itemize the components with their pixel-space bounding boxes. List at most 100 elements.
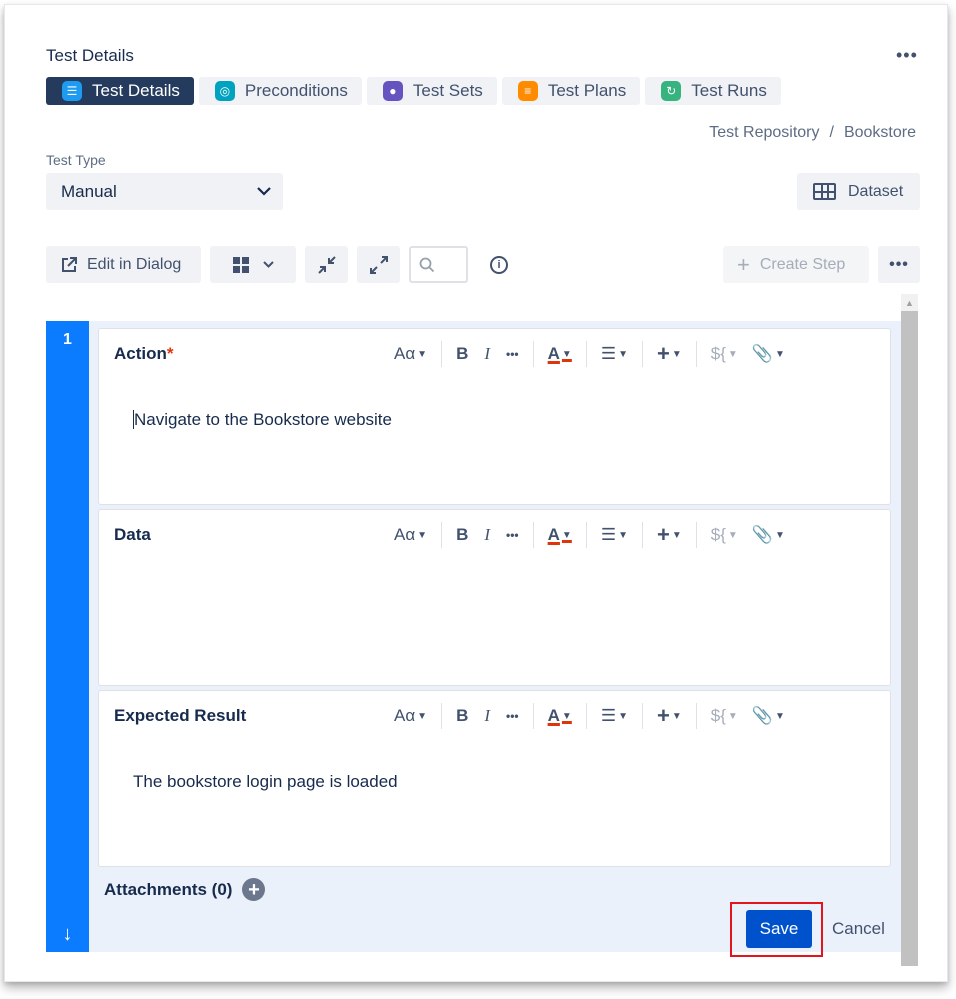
editor-toolbar: Aα ▼ B I ••• A ▼ ☰ ▼ + ▼ ${▼ 📎 ▼	[394, 339, 785, 369]
more-formatting-button[interactable]: •••	[506, 528, 519, 542]
scrollbar[interactable]	[901, 294, 918, 966]
collapse-all-button[interactable]	[305, 246, 348, 283]
tab-label: Test Sets	[412, 81, 483, 100]
scroll-up-arrow-icon[interactable]: ▲	[901, 294, 918, 311]
divider	[695, 522, 697, 548]
edit-in-dialog-button[interactable]: Edit in Dialog	[46, 246, 201, 283]
variable-icon: ${	[710, 706, 726, 725]
page-title: Test Details	[46, 46, 134, 65]
tab-label: Test Plans	[547, 81, 627, 100]
divider	[532, 341, 534, 367]
tab-test-details[interactable]: ☰ Test Details	[46, 77, 194, 105]
divider	[695, 703, 697, 729]
expected-result-editor[interactable]: Expected Result Aα ▼ B I ••• A ▼ ☰ ▼ + ▼ ${▼…	[98, 690, 891, 867]
bold-button[interactable]: B	[456, 344, 468, 364]
test-type-select[interactable]: Manual	[46, 173, 283, 210]
tab-preconditions[interactable]: ◎ Preconditions	[198, 77, 362, 105]
edit-in-dialog-label: Edit in Dialog	[87, 255, 182, 273]
action-label: Action*	[114, 344, 174, 364]
expected-result-value[interactable]: The bookstore login page is loaded	[133, 772, 398, 792]
text-style-icon: Aα	[394, 706, 416, 725]
precondition-icon: ◎	[214, 81, 235, 101]
text-style-button[interactable]: Aα ▼	[394, 344, 427, 364]
view-mode-dropdown[interactable]	[210, 246, 296, 283]
list-button[interactable]: ☰ ▼	[601, 344, 628, 364]
text-color-button[interactable]: A ▼	[548, 344, 572, 364]
tab-test-plans[interactable]: ≡ Test Plans	[501, 77, 641, 105]
dataset-button[interactable]: Dataset	[797, 173, 920, 210]
plus-icon: +	[656, 703, 670, 728]
breadcrumb-current[interactable]: Bookstore	[844, 124, 916, 141]
attachment-button[interactable]: 📎 ▼	[752, 706, 785, 726]
divider	[441, 522, 443, 548]
attachments-section: Attachments (0) +	[104, 878, 266, 901]
divider	[441, 703, 443, 729]
text-style-icon: Aα	[394, 344, 416, 363]
table-icon	[813, 183, 836, 200]
info-icon[interactable]: i	[490, 256, 508, 274]
italic-button[interactable]: I	[484, 525, 490, 545]
paperclip-icon: 📎	[751, 525, 773, 544]
bold-button[interactable]: B	[456, 706, 468, 726]
save-button[interactable]: Save	[746, 910, 812, 948]
attachment-button[interactable]: 📎 ▼	[752, 525, 785, 545]
chevron-down-icon: ▼	[727, 529, 738, 541]
list-button[interactable]: ☰ ▼	[601, 706, 628, 726]
chevron-down-icon: ▼	[618, 710, 628, 722]
bold-button[interactable]: B	[456, 525, 468, 545]
text-color-icon: A	[547, 344, 560, 363]
test-type-label: Test Type	[46, 152, 106, 168]
text-color-button[interactable]: A ▼	[548, 706, 572, 726]
attachments-label: Attachments (0)	[104, 879, 233, 899]
italic-button[interactable]: I	[484, 706, 490, 726]
bullet-list-icon: ☰	[600, 525, 617, 544]
breadcrumb-parent[interactable]: Test Repository	[709, 124, 819, 141]
more-formatting-button[interactable]: •••	[506, 709, 519, 723]
chevron-down-icon	[257, 187, 271, 196]
attachment-button[interactable]: 📎 ▼	[752, 344, 785, 364]
tab-test-runs[interactable]: ↻ Test Runs	[645, 77, 781, 105]
search-input[interactable]	[409, 246, 468, 283]
expand-icon	[369, 255, 388, 274]
chevron-down-icon: ▼	[618, 529, 628, 541]
paperclip-icon: 📎	[751, 344, 773, 363]
variable-button[interactable]: ${▼	[711, 344, 738, 364]
add-attachment-icon[interactable]: +	[242, 878, 266, 901]
more-formatting-button[interactable]: •••	[506, 347, 519, 361]
toolbar-more-button[interactable]: •••	[878, 246, 920, 283]
expand-all-button[interactable]	[357, 246, 400, 283]
expected-result-label: Expected Result	[114, 706, 247, 725]
insert-button[interactable]: + ▼	[657, 522, 682, 548]
action-text[interactable]: Navigate to the Bookstore website	[133, 410, 392, 430]
chevron-down-icon: ▼	[671, 710, 682, 722]
move-down-arrow-icon[interactable]: ↓	[46, 923, 89, 946]
chevron-down-icon	[262, 261, 274, 268]
insert-button[interactable]: + ▼	[657, 703, 682, 729]
more-actions-icon[interactable]: •••	[896, 46, 918, 64]
tab-label: Test Runs	[691, 81, 767, 100]
tab-test-sets[interactable]: ● Test Sets	[366, 77, 497, 105]
variable-icon: ${	[710, 344, 726, 363]
text-style-button[interactable]: Aα ▼	[394, 706, 427, 726]
bullet-list-icon: ☰	[600, 344, 617, 363]
paperclip-icon: 📎	[751, 706, 773, 725]
editor-toolbar: Aα ▼ B I ••• A ▼ ☰ ▼ + ▼ ${▼ 📎 ▼	[394, 701, 785, 731]
divider	[695, 341, 697, 367]
insert-button[interactable]: + ▼	[657, 341, 682, 367]
variable-button[interactable]: ${▼	[711, 525, 738, 545]
cancel-button[interactable]: Cancel	[832, 919, 885, 939]
text-color-button[interactable]: A ▼	[548, 525, 572, 545]
chevron-down-icon: ▼	[561, 348, 572, 360]
text-style-button[interactable]: Aα ▼	[394, 525, 427, 545]
action-value: Navigate to the Bookstore website	[134, 410, 392, 429]
variable-button[interactable]: ${▼	[711, 706, 738, 726]
chevron-down-icon: ▼	[774, 710, 785, 722]
list-icon: ☰	[62, 81, 82, 101]
italic-button[interactable]: I	[484, 344, 490, 364]
create-step-button[interactable]: + Create Step	[723, 246, 869, 283]
chevron-down-icon: ▼	[727, 348, 738, 360]
action-editor[interactable]: Action* Aα ▼ B I ••• A ▼ ☰ ▼ + ▼ ${▼ 📎 ▼ Navi…	[98, 328, 891, 505]
plus-icon: +	[656, 522, 670, 547]
list-button[interactable]: ☰ ▼	[601, 525, 628, 545]
data-editor[interactable]: Data Aα ▼ B I ••• A ▼ ☰ ▼ + ▼ ${▼ 📎 ▼	[98, 509, 891, 686]
